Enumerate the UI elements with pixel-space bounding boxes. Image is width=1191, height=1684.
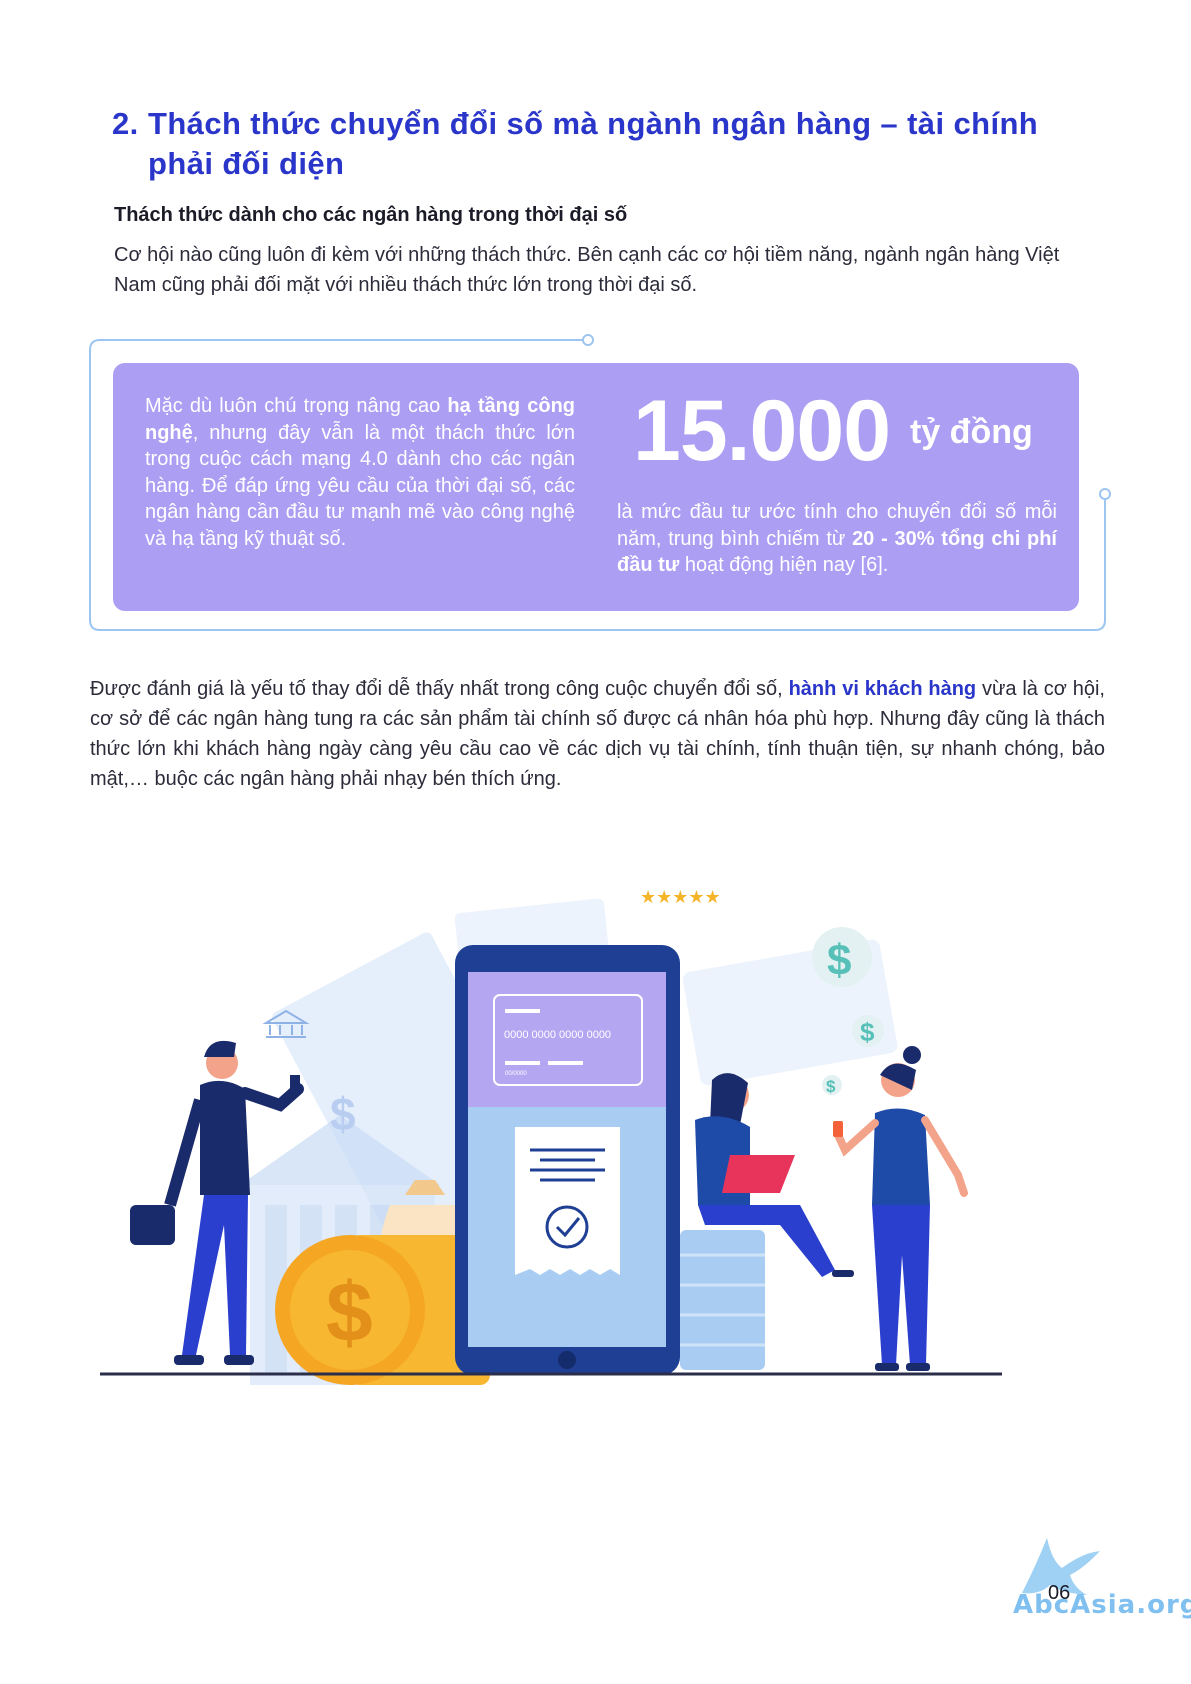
callout-right-text: là mức đầu tư ước tính cho chuyển đổi số… [617, 501, 1057, 576]
svg-text:$: $ [826, 1077, 836, 1096]
card-number: 0000 0000 0000 0000 [504, 1029, 611, 1041]
section-heading: 2. Thách thức chuyển đổi số mà ngành ngâ… [112, 104, 1082, 184]
svg-text:00/0000: 00/0000 [505, 1071, 527, 1077]
intro-paragraph: Cơ hội nào cũng luôn đi kèm với những th… [114, 244, 1060, 296]
investment-callout: Mặc dù luôn chú trọng nâng cao hạ tầng c… [113, 363, 1079, 611]
section-title: Thách thức chuyển đổi số mà ngành ngân h… [148, 106, 1039, 181]
svg-text:$: $ [827, 936, 851, 985]
rating-stars-icon: ★★★★★ [640, 887, 721, 908]
gold-coin-icon: $ [275, 1235, 425, 1385]
smartphone-icon: 0000 0000 0000 0000 00/0000 [455, 945, 680, 1375]
svg-text:$: $ [330, 1088, 356, 1140]
watermark-text: AbcAsia.org [1013, 1590, 1191, 1620]
highlight-customer-behavior: hành vi khách hàng [788, 678, 977, 700]
svg-text:$: $ [326, 1265, 373, 1359]
callout-left-text: Mặc dù luôn chú trọng nâng cao hạ tầng c… [145, 395, 575, 550]
digital-banking-illustration: $ $ 0000 0000 0000 0000 00/0000 ★★★★★ $ … [100, 887, 1002, 1385]
subheading: Thách thức dành cho các ngân hàng trong … [114, 204, 628, 226]
customer-behavior-paragraph: Được đánh giá là yếu tố thay đổi dễ thấy… [90, 678, 1105, 790]
svg-text:$: $ [860, 1017, 875, 1047]
stat-value: 15.000 [633, 383, 891, 479]
woman-with-phone-icon [833, 1046, 968, 1371]
coin-stack-icon [680, 1230, 765, 1370]
section-number: 2. [112, 106, 139, 141]
stat-unit: tỷ đồng [910, 413, 1033, 451]
page-number: 06 [1048, 1582, 1071, 1604]
